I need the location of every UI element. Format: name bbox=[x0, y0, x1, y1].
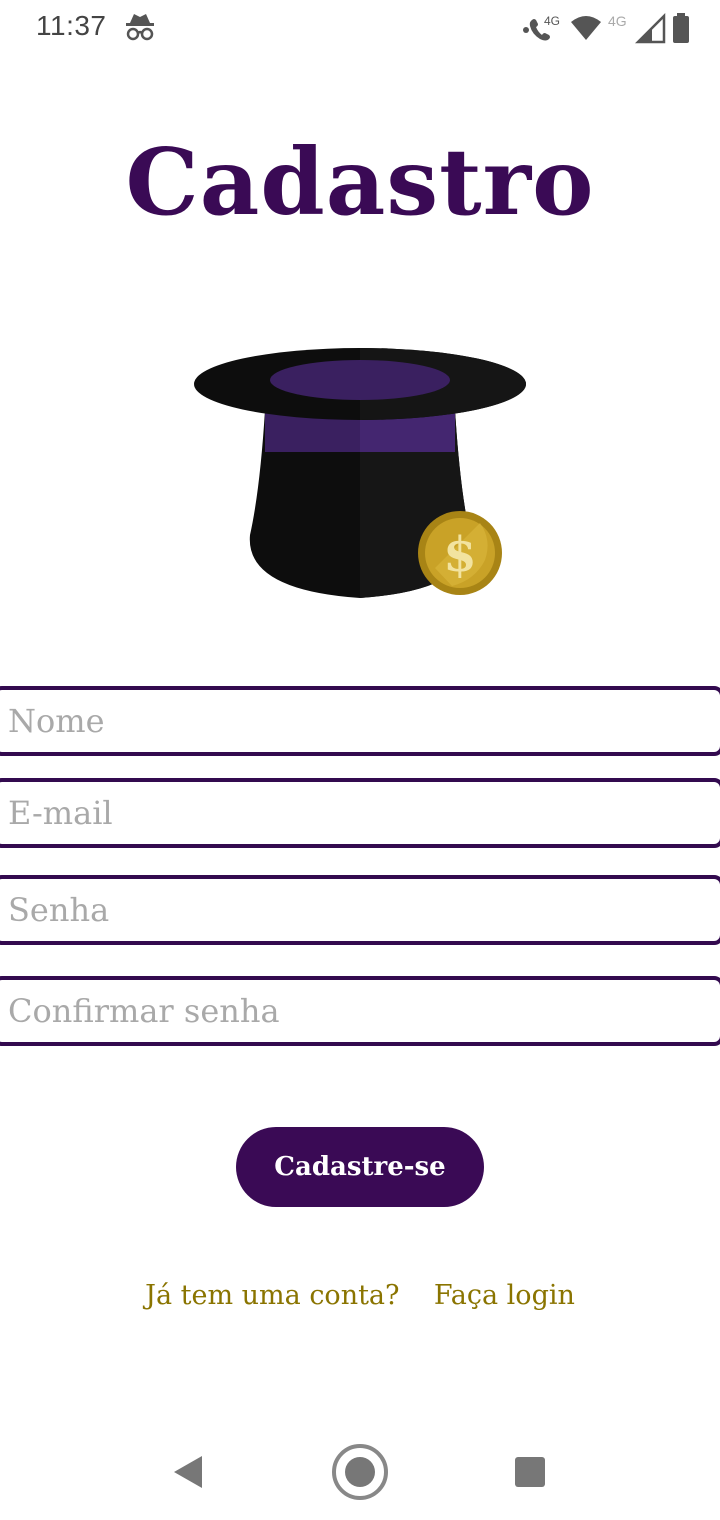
status-time: 11:37 bbox=[36, 10, 107, 41]
login-link[interactable]: Faça login bbox=[434, 1280, 575, 1311]
password-input[interactable] bbox=[0, 875, 720, 945]
back-icon[interactable] bbox=[170, 1454, 204, 1494]
home-icon[interactable] bbox=[330, 1442, 390, 1506]
navigation-bar bbox=[0, 1420, 720, 1520]
recents-icon[interactable] bbox=[514, 1456, 546, 1492]
status-bar: 11:37 4G 4G bbox=[0, 0, 720, 56]
svg-text:4G: 4G bbox=[544, 14, 560, 28]
call-4g-icon: 4G bbox=[522, 12, 564, 44]
wifi-icon bbox=[570, 14, 602, 42]
battery-icon bbox=[672, 13, 690, 43]
svg-text:$: $ bbox=[443, 527, 476, 583]
confirm-password-input[interactable] bbox=[0, 976, 720, 1046]
email-input[interactable] bbox=[0, 778, 720, 848]
svg-text:4G: 4G bbox=[608, 13, 627, 29]
signal-4g-icon: 4G bbox=[608, 12, 666, 44]
page-title: Cadastro bbox=[125, 128, 595, 236]
name-input[interactable] bbox=[0, 686, 720, 756]
signup-button[interactable]: Cadastre-se bbox=[236, 1127, 484, 1207]
top-hat-coin-logo: $ bbox=[190, 340, 530, 610]
status-icons: 4G 4G bbox=[522, 10, 690, 46]
incognito-icon bbox=[124, 12, 156, 42]
login-prompt: Já tem uma conta? Faça login bbox=[0, 1280, 720, 1311]
login-question: Já tem uma conta? bbox=[145, 1280, 400, 1311]
